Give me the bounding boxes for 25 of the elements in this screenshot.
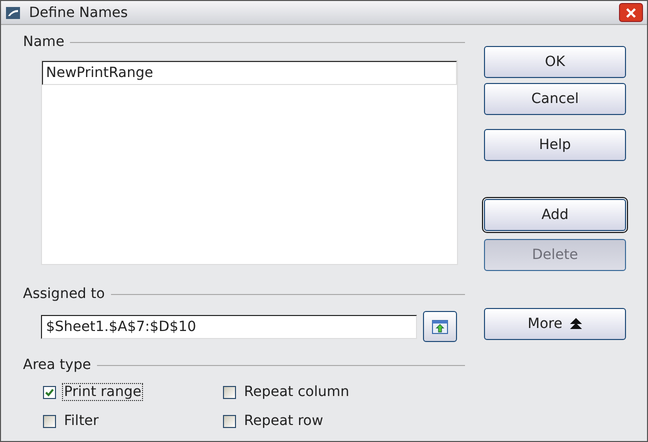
- name-list[interactable]: NewPrintRange: [41, 60, 458, 265]
- checkbox[interactable]: [43, 414, 56, 428]
- close-button[interactable]: [619, 3, 643, 22]
- app-icon: [5, 4, 21, 20]
- button[interactable]: OK: [484, 46, 626, 78]
- shrink-button[interactable]: [423, 311, 457, 342]
- section-label: Name: [23, 34, 64, 50]
- double-up-arrow-icon: [570, 318, 582, 330]
- button[interactable]: Add: [484, 199, 626, 231]
- button[interactable]: Cancel: [484, 83, 626, 115]
- checkbox[interactable]: [223, 414, 236, 428]
- range-field[interactable]: $Sheet1.$A$7:$D$10: [41, 314, 417, 338]
- close-icon: [626, 8, 636, 18]
- section-label: Area type: [23, 357, 91, 373]
- checkbox-label[interactable]: Repeat row: [242, 412, 326, 430]
- more-button[interactable]: More: [484, 308, 626, 340]
- name-field[interactable]: NewPrintRange: [42, 61, 457, 85]
- button[interactable]: Help: [484, 129, 626, 161]
- checkbox[interactable]: [43, 386, 56, 398]
- checkbox-label[interactable]: Print range: [62, 383, 144, 401]
- window-title: Define Names: [29, 4, 129, 20]
- section-label: Assigned to: [23, 286, 105, 302]
- checkbox[interactable]: [223, 386, 236, 398]
- checkbox-label[interactable]: Repeat column: [242, 383, 352, 401]
- checkbox-label[interactable]: Filter: [62, 412, 101, 430]
